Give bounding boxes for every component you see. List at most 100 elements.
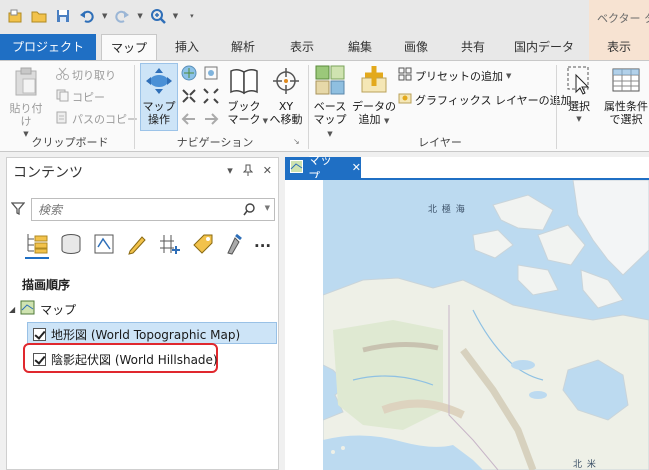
basemap-button[interactable]: ベース マップ ▼ (310, 65, 350, 141)
undo-icon[interactable] (78, 7, 96, 25)
ribbon-separator (134, 65, 135, 149)
snapping-view-icon[interactable] (159, 233, 181, 258)
explore-label-1: マップ (142, 100, 176, 113)
paste-button[interactable]: 貼り付け ▼ (6, 67, 46, 141)
contents-pane: コンテンツ ▾ ✕ ▼ (6, 157, 279, 470)
labeling-view-icon[interactable] (192, 233, 214, 258)
contents-view-toolbar: ··· (25, 232, 271, 259)
ribbon-separator (556, 65, 557, 149)
filter-icon[interactable] (10, 201, 26, 218)
new-project-icon[interactable] (6, 7, 24, 25)
close-icon[interactable]: ✕ (263, 164, 272, 179)
attribute-table-icon (600, 65, 649, 98)
more-options-icon[interactable]: ··· (254, 237, 271, 255)
customize-qat-icon[interactable]: ▾ (190, 12, 194, 20)
select-by-attributes-button[interactable]: 属性条件 で選択 (600, 65, 649, 126)
tab-japan-data[interactable]: 国内データ (504, 34, 584, 60)
zoom-out-fixed-icon[interactable] (203, 88, 221, 107)
save-icon[interactable] (54, 7, 72, 25)
navigation-launcher-icon[interactable]: ↘ (293, 137, 300, 146)
clipboard-icon (6, 67, 46, 100)
close-tab-icon[interactable]: ✕ (352, 161, 361, 174)
basemap-rendering (323, 180, 649, 470)
ribbon-separator (308, 65, 309, 149)
add-preset-label: プリセットの追加 (415, 69, 503, 83)
layer-visibility-checkbox[interactable] (33, 353, 46, 366)
goto-xy-button[interactable]: XY へ移動 (266, 67, 306, 126)
copy-icon (56, 89, 69, 105)
clipboard-group-label: クリップボード (31, 136, 109, 149)
bookmarks-label-2: マーク (227, 113, 261, 126)
previous-extent-icon[interactable] (181, 111, 199, 130)
basemap-icon (310, 65, 350, 98)
arcgis-pro-window: ▼ ▼ ▼ ▾ ベクター タイ プロジェクト マップ 挿入 解析 表示 編集 画… (0, 0, 649, 470)
selection-view-icon[interactable] (93, 233, 115, 258)
tab-share[interactable]: 共有 (449, 34, 497, 60)
goto-xy-label-2: へ移動 (269, 113, 303, 126)
contextual-tab-title: ベクター タイ (589, 0, 649, 34)
graphics-layer-icon (398, 91, 412, 108)
add-data-button[interactable]: データの 追加 ▼ (352, 65, 396, 128)
collapse-arrow-icon[interactable]: ◢ (9, 305, 15, 314)
drawing-order-icon[interactable] (25, 232, 49, 259)
bookmarks-button[interactable]: ブック マーク ▼ (222, 67, 268, 126)
select-button[interactable]: 選択 ▼ (561, 65, 597, 126)
search-options-icon[interactable]: ▼ (265, 204, 270, 212)
explore-button[interactable]: マップ 操作 (140, 67, 178, 126)
search-icon[interactable] (243, 203, 256, 219)
add-graphics-layer-button[interactable]: グラフィックス レイヤーの追加 (398, 91, 572, 108)
fixed-zoom-icon[interactable] (203, 65, 221, 84)
open-icon[interactable] (30, 7, 48, 25)
navigation-group-label: ナビゲーション (176, 136, 254, 149)
add-graphics-layer-label: グラフィックス レイヤーの追加 (415, 93, 572, 107)
editing-view-icon[interactable] (126, 233, 148, 258)
cut-label: 切り取り (72, 69, 116, 82)
copy-path-icon (56, 111, 69, 127)
data-source-icon[interactable] (60, 233, 82, 258)
cut-button[interactable]: 切り取り (56, 67, 116, 83)
redo-icon[interactable] (113, 7, 131, 25)
contents-search-box[interactable]: ▼ (31, 198, 275, 221)
tab-insert[interactable]: 挿入 (163, 34, 211, 60)
tab-imagery[interactable]: 画像 (392, 34, 440, 60)
tab-edit[interactable]: 編集 (334, 34, 386, 60)
bookmarks-label-1: ブック (227, 100, 261, 113)
quick-access-toolbar: ▼ ▼ ▼ ▾ ベクター タイ (0, 0, 649, 34)
map-tab-icon (290, 159, 303, 176)
layer-group-label: レイヤー (418, 136, 462, 149)
next-extent-icon[interactable] (203, 111, 221, 130)
tab-project[interactable]: プロジェクト (0, 34, 96, 60)
zoom-icon[interactable] (149, 7, 167, 25)
tab-map[interactable]: マップ (101, 34, 157, 61)
preset-icon (398, 67, 412, 84)
copy-path-button[interactable]: パスのコピー (56, 111, 138, 127)
ribbon-tabs: プロジェクト マップ 挿入 解析 表示 編集 画像 共有 国内データ 表示 (0, 34, 649, 61)
undo-dropdown-icon[interactable]: ▼ (102, 12, 107, 20)
layer-name: 地形図 (World Topographic Map) (51, 328, 241, 342)
charts-view-icon[interactable] (225, 233, 243, 258)
tab-contextual-view[interactable]: 表示 (589, 34, 649, 60)
layer-visibility-checkbox[interactable] (33, 328, 46, 341)
pane-options-icon[interactable]: ▾ (227, 164, 233, 179)
explore-icon (140, 67, 178, 98)
tab-analysis[interactable]: 解析 (219, 34, 267, 60)
layer-row[interactable]: 陰影起伏図 (World Hillshade) (33, 351, 218, 368)
map-node[interactable]: ◢ マップ (9, 300, 76, 318)
full-extent-icon[interactable] (181, 65, 199, 84)
contents-title: コンテンツ (13, 165, 83, 181)
tab-view[interactable]: 表示 (278, 34, 326, 60)
pin-icon[interactable] (242, 164, 253, 179)
paste-label: 貼り付け (9, 102, 43, 128)
add-preset-button[interactable]: プリセットの追加 ▼ (398, 67, 511, 84)
map-view[interactable]: マップ ✕ 北 極 海 北 米 (285, 153, 649, 470)
map-view-tab[interactable]: マップ ✕ (285, 153, 361, 184)
redo-dropdown-icon[interactable]: ▼ (137, 12, 142, 20)
nav-small-tools (181, 65, 221, 130)
zoom-dropdown-icon[interactable]: ▼ (173, 12, 178, 20)
contents-search-input[interactable] (32, 199, 232, 220)
copy-button[interactable]: コピー (56, 89, 105, 105)
layer-row[interactable]: 地形図 (World Topographic Map) (33, 326, 240, 343)
ribbon: 貼り付け ▼ 切り取り コピー パスのコピー クリップボード マップ 操作 ブッ… (0, 60, 649, 152)
map-canvas[interactable]: 北 極 海 北 米 (323, 180, 649, 470)
zoom-in-fixed-icon[interactable] (181, 88, 199, 107)
